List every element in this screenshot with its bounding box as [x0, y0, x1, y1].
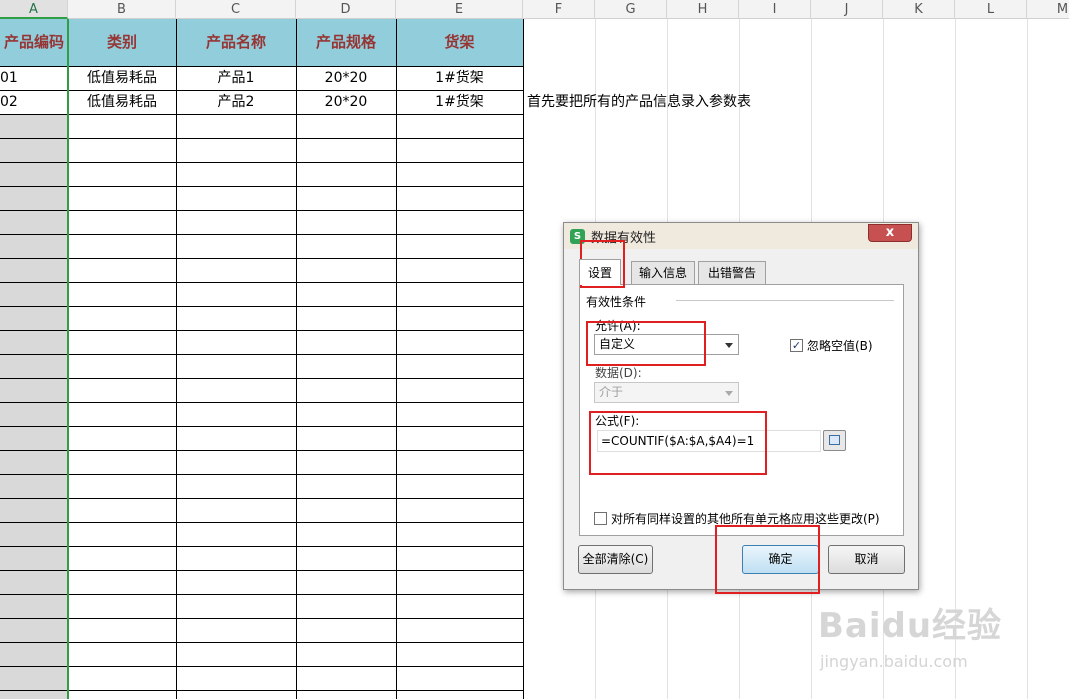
- gridline: [955, 19, 956, 699]
- gridline: [0, 114, 523, 115]
- table-cell[interactable]: 02: [0, 90, 18, 114]
- column-header-c[interactable]: C: [176, 0, 296, 19]
- table-cell[interactable]: 1#货架: [396, 66, 523, 90]
- tab-settings[interactable]: 设置: [579, 259, 621, 285]
- close-icon[interactable]: x: [868, 224, 912, 242]
- table-cell[interactable]: 20*20: [296, 90, 396, 114]
- apply-all-checkbox[interactable]: [594, 512, 607, 525]
- column-header-f[interactable]: F: [523, 0, 595, 19]
- column-header-e[interactable]: E: [396, 0, 523, 19]
- gridline: [0, 258, 523, 259]
- cancel-button[interactable]: 取消: [828, 545, 905, 574]
- selected-column-border: [67, 19, 69, 699]
- gridline: [0, 642, 523, 643]
- range-select-icon[interactable]: [823, 430, 846, 451]
- ignore-blank-checkbox[interactable]: ✓: [790, 339, 803, 352]
- column-header-k[interactable]: K: [883, 0, 955, 19]
- tab-input-message[interactable]: 输入信息: [631, 261, 695, 285]
- highlight-formula: [589, 411, 767, 475]
- gridline: [0, 570, 523, 571]
- gridline: [0, 138, 523, 139]
- gridline: [0, 594, 523, 595]
- gridline: [176, 19, 177, 699]
- highlight-allow: [586, 321, 706, 366]
- table-header-cell[interactable]: 产品规格: [296, 19, 396, 66]
- gridline: [0, 330, 523, 331]
- gridline: [296, 19, 297, 699]
- data-label: 数据(D):: [595, 366, 642, 380]
- highlight-ok: [715, 525, 820, 594]
- column-header-j[interactable]: J: [811, 0, 883, 19]
- gridline: [0, 690, 523, 691]
- gridline: [0, 354, 523, 355]
- gridline: [0, 474, 523, 475]
- gridline: [0, 498, 523, 499]
- gridline: [0, 402, 523, 403]
- ignore-blank-label: 忽略空值(B): [807, 339, 873, 353]
- gridline: [0, 234, 523, 235]
- gridline: [0, 666, 523, 667]
- data-select[interactable]: 介于: [594, 382, 739, 403]
- baidu-watermark-logo: Baidu经验: [818, 606, 1003, 646]
- table-cell[interactable]: 01: [0, 66, 18, 90]
- table-cell[interactable]: 低值易耗品: [68, 66, 176, 90]
- gridline: [0, 186, 523, 187]
- column-header-a[interactable]: A: [0, 0, 68, 19]
- table-cell[interactable]: 1#货架: [396, 90, 523, 114]
- table-header-cell[interactable]: 产品名称: [176, 19, 296, 66]
- table-cell[interactable]: 20*20: [296, 66, 396, 90]
- gridline: [0, 522, 523, 523]
- gridline: [0, 162, 523, 163]
- gridline: [0, 618, 523, 619]
- table-header-cell[interactable]: 产品编码: [0, 19, 68, 66]
- baidu-watermark-url: jingyan.baidu.com: [820, 652, 968, 671]
- gridline: [0, 378, 523, 379]
- column-header-i[interactable]: I: [739, 0, 811, 19]
- gridline: [0, 306, 523, 307]
- gridline: [1027, 19, 1028, 699]
- gridline: [0, 282, 523, 283]
- dropdown-arrow-icon: [725, 343, 733, 348]
- column-header-bar: A B C D E F G H I J K L M: [0, 0, 1069, 19]
- table-header-cell[interactable]: 类别: [68, 19, 176, 66]
- dropdown-arrow-icon: [725, 391, 733, 396]
- column-header-m[interactable]: M: [1027, 0, 1069, 19]
- table-cell[interactable]: 产品1: [176, 66, 296, 90]
- clear-all-button[interactable]: 全部清除(C): [578, 545, 653, 574]
- column-a-shading: [0, 115, 68, 699]
- column-header-d[interactable]: D: [296, 0, 396, 19]
- gridline: [396, 19, 397, 699]
- instruction-note[interactable]: 首先要把所有的产品信息录入参数表: [527, 90, 751, 114]
- gridline: [523, 19, 524, 699]
- table-cell[interactable]: 低值易耗品: [68, 90, 176, 114]
- gridline: [0, 426, 523, 427]
- gridline: [0, 210, 523, 211]
- column-header-l[interactable]: L: [955, 0, 1027, 19]
- column-header-g[interactable]: G: [595, 0, 667, 19]
- section-label: 有效性条件: [586, 295, 647, 309]
- section-divider: [676, 300, 894, 301]
- gridline: [0, 546, 523, 547]
- table-cell[interactable]: 产品2: [176, 90, 296, 114]
- gridline: [0, 450, 523, 451]
- column-header-b[interactable]: B: [68, 0, 176, 19]
- column-header-h[interactable]: H: [667, 0, 739, 19]
- table-header-cell[interactable]: 货架: [396, 19, 523, 66]
- tab-error-alert[interactable]: 出错警告: [698, 261, 766, 285]
- data-select-value: 介于: [599, 385, 624, 399]
